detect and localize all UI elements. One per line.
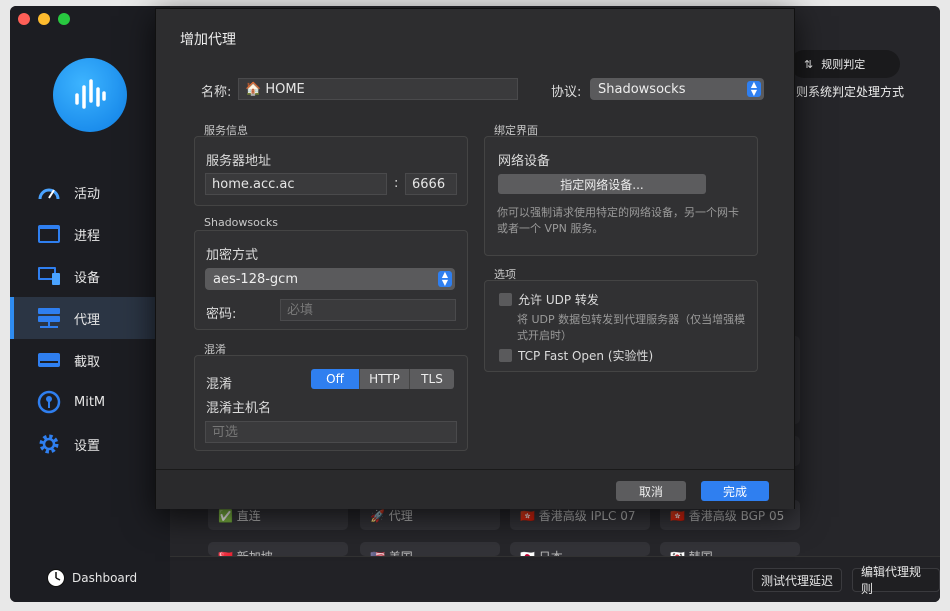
server-group: 服务器地址 :	[194, 136, 468, 206]
proxy-card[interactable]: 🇺🇸 美国	[360, 542, 500, 556]
chevron-updown-icon: ▲ ▼	[438, 271, 452, 287]
tcp-fast-open-checkbox[interactable]: TCP Fast Open (实验性)	[499, 347, 653, 364]
rule-mode-description: 则系统判定处理方式	[796, 85, 905, 99]
checkbox-box[interactable]	[499, 293, 512, 306]
bind-help-text: 你可以强制请求使用特定的网络设备，另一个网卡或者一个 VPN 服务。	[497, 206, 739, 235]
checkbox-box[interactable]	[499, 349, 512, 362]
encryption-select[interactable]: aes-128-gcm ▲ ▼	[205, 268, 455, 290]
sidebar-item-capture[interactable]: 截取	[10, 339, 170, 381]
dialog-footer: 取消 完成	[156, 469, 794, 509]
zoom-window-button[interactable]	[58, 13, 70, 25]
shadowsocks-section-title: Shadowsocks	[204, 216, 279, 229]
encryption-label: 加密方式	[206, 248, 259, 263]
proxy-card[interactable]: 🇯🇵 日本	[510, 542, 650, 556]
network-device-label: 网络设备	[498, 154, 551, 169]
tcp-fast-open-label: TCP Fast Open (实验性)	[518, 349, 654, 363]
obfs-option-tls[interactable]: TLS	[409, 369, 454, 389]
device-icon	[36, 264, 62, 288]
app-logo	[53, 58, 127, 132]
server-address-input[interactable]	[205, 173, 387, 195]
name-label: 名称:	[201, 85, 232, 100]
name-value: 🏠 HOME	[245, 81, 305, 97]
waveform-icon	[75, 79, 106, 109]
encryption-value: aes-128-gcm	[213, 271, 298, 287]
sidebar-item-label: 设备	[74, 270, 101, 286]
udp-relay-checkbox[interactable]: 允许 UDP 转发	[499, 291, 599, 308]
sidebar-item-process[interactable]: 进程	[10, 213, 170, 255]
obfs-label: 混淆	[206, 377, 233, 392]
server-address-label: 服务器地址	[206, 154, 272, 169]
protocol-value: Shadowsocks	[598, 81, 686, 97]
protocol-select[interactable]: Shadowsocks ▲ ▼	[590, 78, 764, 100]
obfs-host-label: 混淆主机名	[206, 401, 272, 416]
proxy-card[interactable]: 🇸🇬 新加坡	[208, 542, 348, 556]
sidebar-item-label: 代理	[74, 312, 101, 328]
options-group: 允许 UDP 转发 将 UDP 数据包转发到代理服务器（仅当增强模式开启时） T…	[484, 280, 758, 372]
sidebar-item-activity[interactable]: 活动	[10, 171, 170, 213]
add-proxy-dialog: 增加代理 名称: 🏠 HOME 协议: Shadowsocks ▲ ▼ 服务信息 …	[155, 8, 795, 509]
clock-icon	[47, 569, 65, 587]
udp-relay-label: 允许 UDP 转发	[518, 293, 599, 307]
name-field[interactable]: 🏠 HOME	[238, 78, 518, 100]
proxy-card[interactable]: 🇰🇷 韩国	[660, 542, 800, 556]
port-separator: :	[394, 176, 399, 191]
dashboard-label: Dashboard	[72, 571, 138, 585]
cancel-button[interactable]: 取消	[616, 481, 686, 501]
gear-icon	[36, 432, 62, 456]
sidebar-item-label: 设置	[74, 438, 101, 454]
obfs-host-input[interactable]	[205, 421, 457, 443]
sidebar-item-label: MitM	[74, 394, 106, 410]
password-label: 密码:	[206, 307, 237, 322]
dashboard-button[interactable]: Dashboard	[46, 568, 137, 588]
obfs-segmented-control[interactable]: Off HTTP TLS	[311, 369, 454, 389]
obfs-option-http[interactable]: HTTP	[359, 369, 409, 389]
protocol-label: 协议:	[551, 85, 582, 100]
sidebar-item-label: 活动	[74, 186, 101, 202]
sidebar-item-devices[interactable]: 设备	[10, 255, 170, 297]
sidebar-item-label: 截取	[74, 354, 101, 370]
sidebar-item-label: 进程	[74, 228, 101, 244]
keyhole-icon	[36, 390, 62, 414]
drive-icon	[36, 348, 62, 372]
sidebar-item-proxy[interactable]: 代理	[10, 297, 170, 339]
gauge-icon	[36, 180, 62, 204]
rule-mode-label: 规则判定	[821, 58, 866, 71]
bind-group: 网络设备 指定网络设备... 你可以强制请求使用特定的网络设备，另一个网卡或者一…	[484, 136, 758, 256]
sidebar: 活动 进程 设备 代理 截取 MitM 设置 Dashboard	[10, 6, 170, 602]
done-button[interactable]: 完成	[701, 481, 769, 501]
server-icon	[36, 306, 62, 330]
assign-network-device-button[interactable]: 指定网络设备...	[498, 174, 706, 194]
shadowsocks-group: 加密方式 aes-128-gcm ▲ ▼ 密码:	[194, 230, 468, 330]
obfs-group: 混淆 Off HTTP TLS 混淆主机名	[194, 355, 468, 451]
sidebar-item-mitm[interactable]: MitM	[10, 381, 170, 423]
dialog-title: 增加代理	[180, 32, 236, 48]
udp-help-text: 将 UDP 数据包转发到代理服务器（仅当增强模式开启时）	[517, 313, 746, 342]
minimize-window-button[interactable]	[38, 13, 50, 25]
edit-rules-button[interactable]: 编辑代理规则	[852, 565, 940, 596]
rule-mode-badge[interactable]: ⇅ 规则判定	[790, 50, 900, 78]
port-input[interactable]	[405, 173, 457, 195]
chevron-updown-icon: ▲ ▼	[747, 81, 761, 97]
sidebar-item-settings[interactable]: 设置	[10, 423, 170, 465]
obfs-option-off[interactable]: Off	[311, 369, 359, 389]
password-input[interactable]	[280, 299, 456, 321]
switch-icon: ⇅	[804, 57, 814, 71]
close-window-button[interactable]	[18, 13, 30, 25]
test-latency-button[interactable]: 测试代理延迟	[752, 568, 843, 592]
window-icon	[36, 222, 62, 246]
